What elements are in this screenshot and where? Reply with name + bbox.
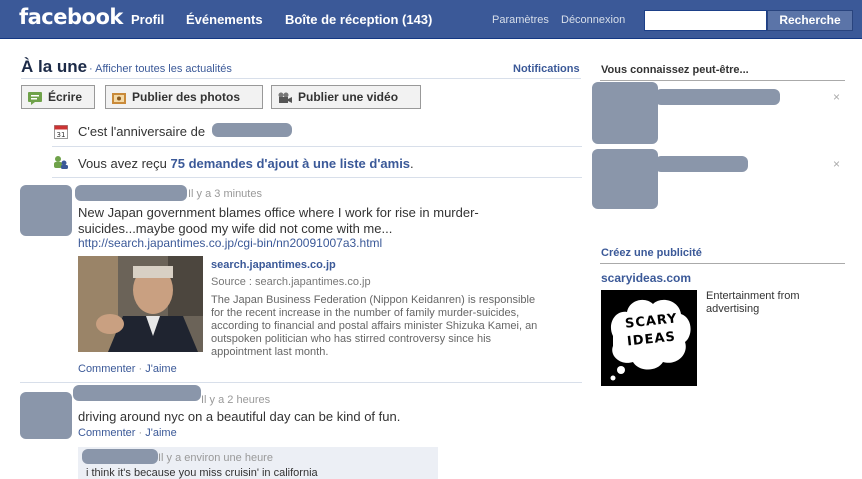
link-thumbnail[interactable] xyxy=(78,256,203,352)
divider xyxy=(21,78,581,79)
post-text: driving around nyc on a beautiful day ca… xyxy=(78,409,401,424)
svg-text:31: 31 xyxy=(57,131,66,139)
publish-video-button[interactable]: Publier une vidéo xyxy=(271,85,421,109)
friend-requests-link[interactable]: 75 demandes d'ajout à une liste d'amis xyxy=(171,156,411,171)
like-link[interactable]: J'aime xyxy=(145,363,176,375)
suggestion-avatar[interactable] xyxy=(592,82,658,144)
redacted-name xyxy=(212,123,292,137)
post-actions: Commenter · J'aime xyxy=(78,427,177,439)
redacted-name[interactable] xyxy=(82,449,158,464)
friend-requests-text: Vous avez reçu 75 demandes d'ajout à une… xyxy=(78,156,414,171)
post-url-link[interactable]: http://search.japantimes.co.jp/cgi-bin/n… xyxy=(78,236,382,250)
post-timestamp[interactable]: Il y a 2 heures xyxy=(201,394,270,406)
redacted-name[interactable] xyxy=(75,185,187,201)
feed-title: À la une xyxy=(21,57,88,76)
search-input[interactable] xyxy=(644,10,767,31)
comment-link[interactable]: Commenter xyxy=(78,363,135,375)
divider xyxy=(20,382,582,383)
publish-photos-button[interactable]: Publier des photos xyxy=(105,85,263,109)
facebook-logo[interactable]: facebook xyxy=(19,5,123,29)
ad-image[interactable]: SCARY IDEAS xyxy=(601,290,697,386)
comment-text: i think it's because you miss cruisin' i… xyxy=(86,467,318,479)
link-title[interactable]: search.japantimes.co.jp xyxy=(211,259,336,271)
nav-events[interactable]: Événements xyxy=(186,12,263,27)
settings-link[interactable]: Paramètres xyxy=(492,14,549,26)
divider xyxy=(600,80,845,81)
birthday-text: C'est l'anniversaire de xyxy=(78,124,206,139)
logout-link[interactable]: Déconnexion xyxy=(561,14,625,26)
divider xyxy=(600,263,845,264)
like-link[interactable]: J'aime xyxy=(145,427,176,439)
friend-list-icon xyxy=(53,155,69,174)
link-source: Source : search.japantimes.co.jp xyxy=(211,276,371,288)
people-you-may-know-title: Vous connaissez peut-être... xyxy=(601,64,749,76)
nav-profile[interactable]: Profil xyxy=(131,12,164,27)
show-all-news-link[interactable]: · Afficher toutes les actualités xyxy=(89,63,232,75)
close-icon[interactable]: × xyxy=(833,90,840,104)
publish-photos-label: Publier des photos xyxy=(132,90,241,104)
avatar[interactable] xyxy=(20,392,72,439)
redacted-name[interactable] xyxy=(73,385,201,401)
speech-bubble-icon xyxy=(28,90,42,105)
publish-video-label: Publier une vidéo xyxy=(298,90,399,104)
post-timestamp[interactable]: Il y a 3 minutes xyxy=(188,188,262,200)
avatar[interactable] xyxy=(20,185,72,236)
close-icon[interactable]: × xyxy=(833,157,840,171)
redacted-name[interactable] xyxy=(655,156,748,172)
calendar-icon: 31 xyxy=(54,125,68,144)
search-button[interactable]: Recherche xyxy=(767,10,853,31)
divider xyxy=(52,177,582,178)
notifications-link[interactable]: Notifications xyxy=(513,63,580,75)
ad-text: Entertainment from advertising xyxy=(706,290,800,315)
nav-inbox[interactable]: Boîte de réception (143) xyxy=(285,12,432,27)
post-text: New Japan government blames office where… xyxy=(78,205,479,236)
divider xyxy=(52,146,582,147)
video-camera-icon xyxy=(278,90,292,103)
link-description: The Japan Business Federation (Nippon Ke… xyxy=(211,294,538,358)
suggestion-avatar[interactable] xyxy=(592,149,658,209)
post-actions: Commenter · J'aime xyxy=(78,363,177,375)
top-bar: facebook Profil Événements Boîte de réce… xyxy=(0,0,862,39)
redacted-name[interactable] xyxy=(655,89,780,105)
photo-icon xyxy=(112,90,126,104)
write-button[interactable]: Écrire xyxy=(21,85,95,109)
ad-title-link[interactable]: scaryideas.com xyxy=(601,271,691,285)
comment-timestamp[interactable]: Il y a environ une heure xyxy=(158,452,273,464)
create-ad-link[interactable]: Créez une publicité xyxy=(601,247,702,259)
comment-link[interactable]: Commenter xyxy=(78,427,135,439)
write-label: Écrire xyxy=(48,90,83,104)
